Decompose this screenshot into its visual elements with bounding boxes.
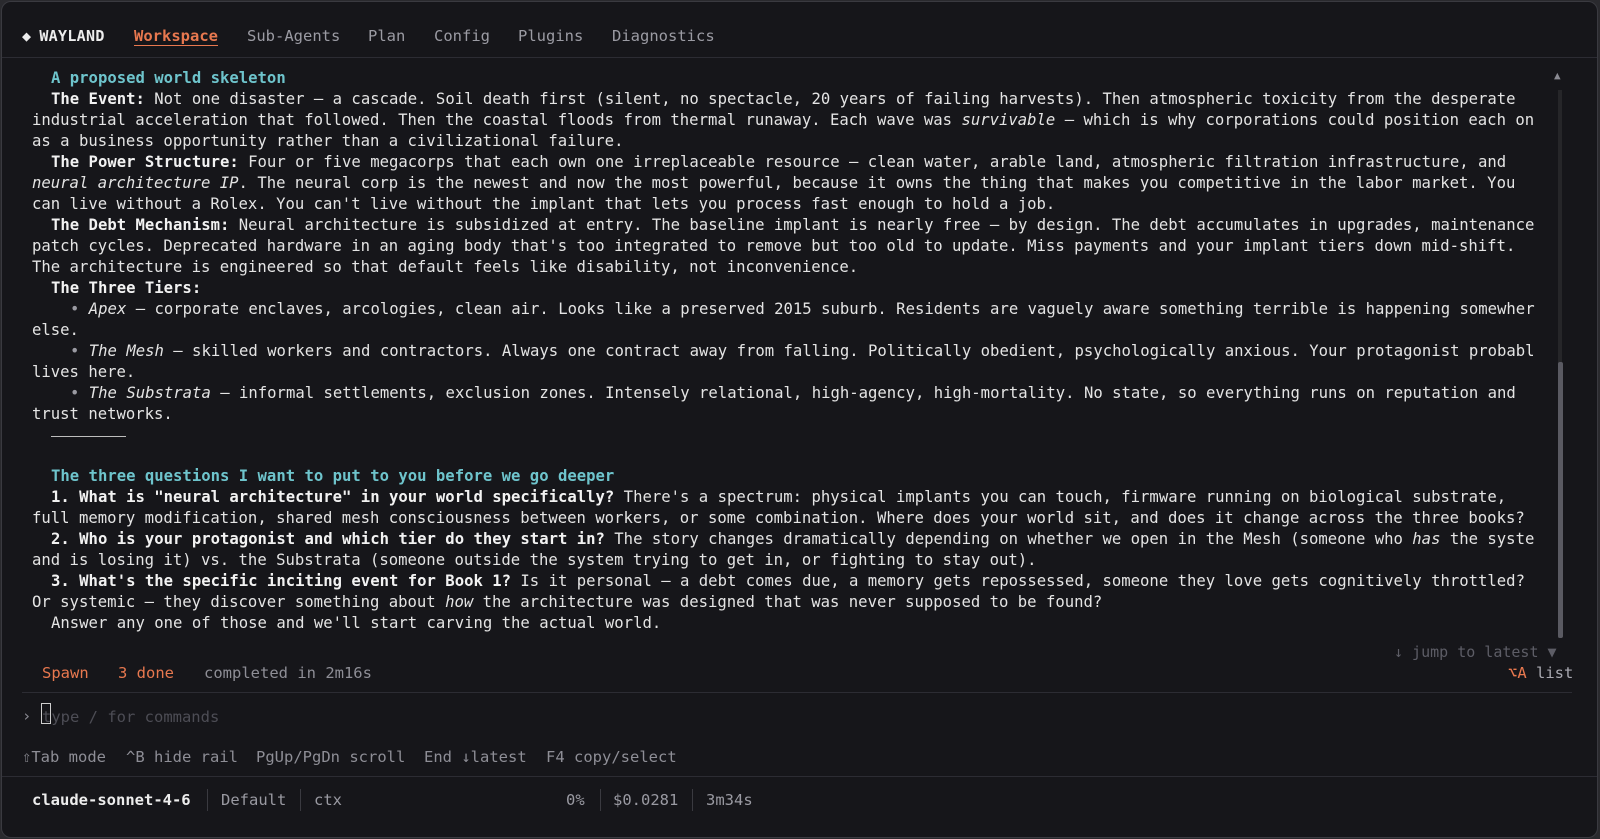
- separator: [600, 789, 601, 811]
- tier-mesh-cont: lives here.: [32, 363, 136, 381]
- event-line-2: industrial acceleration that followed. T…: [32, 111, 1535, 129]
- completion-status: completed in 2m16s: [204, 664, 372, 682]
- elapsed-time: 3m34s: [706, 791, 753, 809]
- scrollbar-thumb[interactable]: [1558, 362, 1563, 638]
- shortcut-key: ⌥A: [1508, 664, 1527, 682]
- question-3: 3. What's the specific inciting event fo…: [51, 572, 1525, 590]
- question-1: 1. What is "neural architecture" in your…: [51, 488, 1507, 506]
- tab-diagnostics[interactable]: Diagnostics: [612, 27, 715, 45]
- question-3-cont: Or systemic — they discover something ab…: [32, 593, 1103, 611]
- shortcut-label: list: [1526, 664, 1574, 682]
- hint-scroll: PgUp/PgDn scroll: [256, 748, 406, 766]
- tiers-heading: The Three Tiers:: [51, 279, 202, 297]
- done-count-badge: 3 done: [118, 664, 174, 682]
- message-pane: A proposed world skeleton The Event: Not…: [32, 68, 1560, 648]
- separator: [300, 789, 301, 811]
- tier-substrata-cont: trust networks.: [32, 405, 173, 423]
- list-shortcut[interactable]: ⌥A list: [1508, 664, 1573, 682]
- debt-line-3: The architecture is engineered so that d…: [32, 258, 859, 276]
- event-line-3: as a business opportunity rather than a …: [32, 132, 624, 150]
- tab-config[interactable]: Config: [434, 27, 490, 45]
- bullet-icon: •: [70, 342, 80, 360]
- separator: [692, 789, 693, 811]
- power-line-1: The Power Structure: Four or five megaco…: [51, 153, 1507, 171]
- app-window: ◆ WAYLAND Workspace Sub-Agents Plan Confi…: [1, 1, 1598, 838]
- question-2-cont: and is losing it) vs. the Substrata (som…: [32, 551, 1037, 569]
- hint-copy-select: F4 copy/select: [546, 748, 677, 766]
- separator: [207, 789, 208, 811]
- brand-name: WAYLAND: [39, 27, 105, 45]
- tab-bar: ◆ WAYLAND Workspace Sub-Agents Plan Confi…: [2, 2, 1597, 58]
- tab-plugins[interactable]: Plugins: [518, 27, 583, 45]
- tier-substrata: • The Substrata — informal settlements, …: [70, 384, 1516, 402]
- bullet-icon: •: [70, 384, 80, 402]
- tier-apex: • Apex — corporate enclaves, arcologies,…: [70, 300, 1535, 318]
- hint-hide-rail: ^B hide rail: [126, 748, 238, 766]
- power-line-2: neural architecture IP. The neural corp …: [32, 174, 1516, 192]
- diamond-icon: ◆: [22, 27, 32, 45]
- section-heading: The three questions I want to put to you…: [51, 467, 615, 485]
- tab-workspace[interactable]: Workspace: [134, 27, 218, 45]
- tier-apex-cont: else.: [32, 321, 79, 339]
- tier-mesh: • The Mesh — skilled workers and contrac…: [70, 342, 1535, 360]
- question-2: 2. Who is your protagonist and which tie…: [51, 530, 1535, 548]
- spawn-label[interactable]: Spawn: [42, 664, 89, 682]
- debt-line-2: patch cycles. Deprecated hardware in an …: [32, 237, 1516, 255]
- session-cost: $0.0281: [613, 791, 679, 809]
- question-1-cont: full memory modification, shared mesh co…: [32, 509, 1525, 527]
- ctx-percent: 0%: [566, 791, 585, 809]
- tab-plan[interactable]: Plan: [368, 27, 405, 45]
- command-input[interactable]: [42, 706, 642, 728]
- brand: ◆ WAYLAND: [22, 27, 105, 45]
- closing-line: Answer any one of those and we'll start …: [51, 614, 662, 632]
- ctx-label: ctx: [314, 791, 342, 809]
- tab-sub-agents[interactable]: Sub-Agents: [247, 27, 340, 45]
- horizontal-rule: [51, 436, 126, 437]
- divider: [22, 692, 1572, 693]
- hint-tab-mode: ⇧Tab mode: [22, 748, 106, 766]
- mode-label[interactable]: Default: [221, 791, 286, 809]
- prompt-chevron-icon: ›: [22, 707, 32, 725]
- bullet-icon: •: [70, 300, 80, 318]
- jump-to-latest-link[interactable]: ↓ jump to latest ▼: [1394, 643, 1557, 661]
- debt-line-1: The Debt Mechanism: Neural architecture …: [51, 216, 1535, 234]
- hint-latest: End ↓latest: [424, 748, 527, 766]
- scroll-up-arrow-icon[interactable]: ▲: [1554, 69, 1561, 82]
- model-name[interactable]: claude-sonnet-4-6: [32, 791, 191, 809]
- event-line-1: The Event: Not one disaster — a cascade.…: [51, 90, 1516, 108]
- section-heading: A proposed world skeleton: [51, 69, 286, 87]
- status-bar: claude-sonnet-4-6 Default ctx 0% $0.0281…: [2, 776, 1597, 837]
- power-line-3: can live without a Rolex. You can't live…: [32, 195, 1056, 213]
